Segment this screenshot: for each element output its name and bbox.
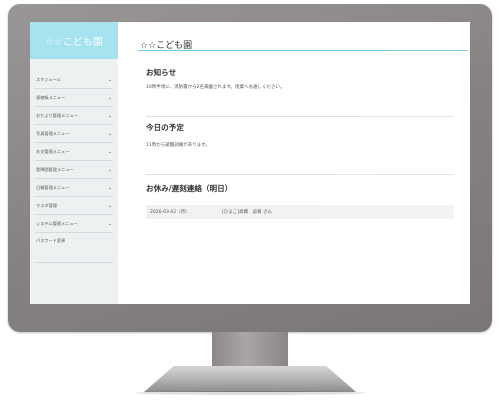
- sidebar-item-label: 日報管理メニュー: [36, 184, 70, 190]
- sidebar-item-label: システム管理メニュー: [36, 220, 78, 226]
- chevron-down-icon: ⌄: [107, 148, 112, 155]
- chevron-down-icon: ⌄: [107, 76, 112, 83]
- sidebar-item-label: おたより管理メニュー: [36, 112, 78, 118]
- title-divider: [138, 50, 468, 51]
- sidebar-item-newsletter[interactable]: おたより管理メニュー ⌄: [35, 107, 113, 125]
- chevron-down-icon: ⌄: [107, 202, 112, 209]
- sidebar-item-schedule[interactable]: スケジュール ⌄: [35, 71, 113, 89]
- chevron-down-icon: ⌄: [107, 112, 112, 119]
- monitor-neck: [212, 332, 288, 370]
- absence-date: 2026-03-02（月）: [150, 210, 190, 215]
- sidebar-item-label: スケジュール: [36, 76, 61, 82]
- absence-detail: [ひよこ]高橋 諒真 さん: [222, 210, 272, 215]
- monitor-frame: ☆☆こども園 スケジュール ⌄ 連絡帳メニュー ⌄ おたより管理メニュー ⌄ 写…: [8, 4, 492, 332]
- absence-row[interactable]: 2026-03-02（月） [ひよこ]高橋 諒真 さん: [146, 205, 454, 219]
- sidebar-item-label: 写真管理メニュー: [36, 130, 70, 136]
- absence-heading: お休み/遅刻連絡（明日）: [146, 184, 233, 193]
- monitor-base: [144, 366, 356, 392]
- monitor-screen: ☆☆こども園 スケジュール ⌄ 連絡帳メニュー ⌄ おたより管理メニュー ⌄ 写…: [30, 22, 470, 304]
- monitor-base-shadow: [134, 391, 366, 395]
- schedule-heading: 今日の予定: [146, 123, 184, 132]
- sidebar-item-label: パスワード変更: [36, 237, 66, 243]
- sidebar-item-master[interactable]: マスタ管理 ⌄: [35, 197, 113, 215]
- notice-heading: お知らせ: [146, 68, 177, 77]
- sidebar-item-absence[interactable]: お欠管理メニュー ⌄: [35, 143, 113, 161]
- sidebar-item-label: マスタ管理: [36, 202, 57, 208]
- chevron-down-icon: ⌄: [107, 130, 112, 137]
- sidebar-item-password[interactable]: パスワード変更: [35, 233, 113, 248]
- sidebar-item-attendance[interactable]: 登降園管理メニュー ⌄: [35, 161, 113, 179]
- sidebar-item-photos[interactable]: 写真管理メニュー ⌄: [35, 125, 113, 143]
- sidebar-item-label: 登降園管理メニュー: [36, 166, 74, 172]
- app-logo[interactable]: ☆☆こども園: [30, 22, 118, 59]
- chevron-down-icon: ⌄: [107, 166, 112, 173]
- sidebar-item-label: お欠管理メニュー: [36, 148, 70, 154]
- main-content: ☆☆こども園 お知らせ 10時半頃に、消防署から2名来園されます。授業へお通しく…: [118, 22, 470, 304]
- sidebar-item-label: 連絡帳メニュー: [36, 94, 66, 100]
- section-divider: [146, 174, 454, 175]
- sidebar-item-daily-report[interactable]: 日報管理メニュー ⌄: [35, 179, 113, 197]
- sidebar-divider: [35, 262, 113, 263]
- chevron-down-icon: ⌄: [107, 220, 112, 227]
- section-divider: [146, 116, 454, 117]
- sidebar-item-system[interactable]: システム管理メニュー ⌄: [35, 215, 113, 233]
- sidebar-item-contact-book[interactable]: 連絡帳メニュー ⌄: [35, 89, 113, 107]
- chevron-down-icon: ⌄: [107, 94, 112, 101]
- chevron-down-icon: ⌄: [107, 184, 112, 191]
- schedule-text: 11時から避難訓練があります。: [146, 143, 210, 148]
- notice-text: 10時半頃に、消防署から2名来園されます。授業へお通しください。: [146, 85, 285, 90]
- sidebar-nav: スケジュール ⌄ 連絡帳メニュー ⌄ おたより管理メニュー ⌄ 写真管理メニュー…: [30, 71, 118, 263]
- sidebar: ☆☆こども園 スケジュール ⌄ 連絡帳メニュー ⌄ おたより管理メニュー ⌄ 写…: [30, 22, 118, 304]
